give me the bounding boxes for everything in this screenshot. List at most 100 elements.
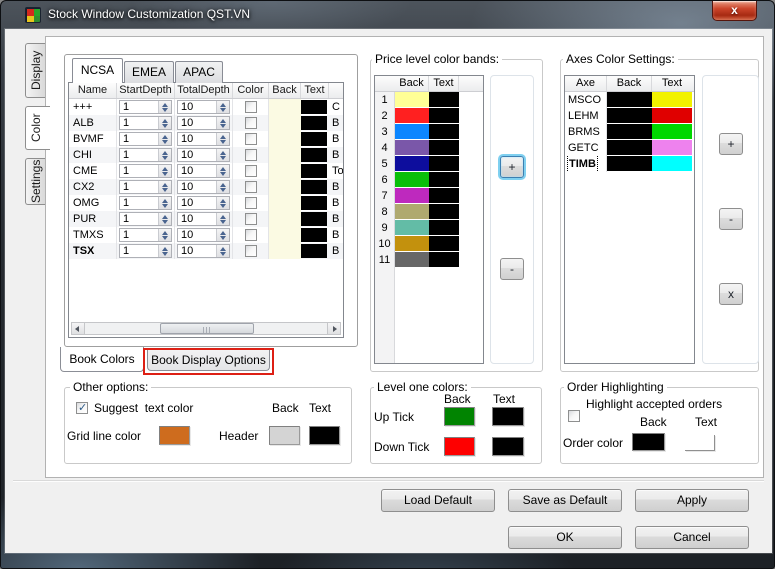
col-header-totaldepth[interactable]: TotalDepth — [175, 83, 233, 98]
spinner-down-icon[interactable] — [159, 235, 171, 241]
band-text-swatch[interactable] — [429, 92, 459, 107]
axe-text-swatch[interactable] — [652, 124, 692, 139]
spinner-down-icon[interactable] — [217, 219, 229, 225]
band-back-swatch[interactable] — [395, 236, 429, 251]
book-back-swatch[interactable] — [269, 115, 301, 131]
book-text-swatch[interactable] — [301, 196, 327, 210]
start-depth-spinner-arrows[interactable] — [158, 229, 171, 241]
band-text-swatch[interactable] — [429, 252, 459, 267]
start-depth-spinner[interactable]: 1 — [119, 212, 172, 226]
band-back-swatch[interactable] — [395, 252, 429, 267]
start-depth-spinner[interactable]: 1 — [119, 180, 172, 194]
header-back-swatch[interactable] — [269, 426, 300, 445]
total-depth-spinner-arrows[interactable] — [216, 197, 229, 209]
band-text-swatch[interactable] — [429, 188, 459, 203]
tab-book-colors[interactable]: Book Colors — [60, 347, 144, 372]
col-header-axe[interactable]: Axe — [565, 76, 607, 91]
spinner-down-icon[interactable] — [217, 155, 229, 161]
total-depth-spinner-arrows[interactable] — [216, 133, 229, 145]
start-depth-spinner[interactable]: 1 — [119, 132, 172, 146]
book-back-swatch[interactable] — [269, 147, 301, 163]
highlight-accepted-orders-checkbox[interactable] — [568, 410, 580, 422]
total-depth-spinner[interactable]: 10 — [177, 212, 230, 226]
band-text-swatch[interactable] — [429, 236, 459, 251]
band-back-swatch[interactable] — [395, 204, 429, 219]
book-back-swatch[interactable] — [269, 227, 301, 243]
spinner-down-icon[interactable] — [217, 251, 229, 257]
book-text-swatch[interactable] — [301, 228, 327, 242]
spinner-down-icon[interactable] — [159, 187, 171, 193]
spinner-down-icon[interactable] — [217, 203, 229, 209]
start-depth-spinner-arrows[interactable] — [158, 101, 171, 113]
start-depth-spinner-arrows[interactable] — [158, 245, 171, 257]
book-back-swatch[interactable] — [269, 163, 301, 179]
spinner-down-icon[interactable] — [217, 187, 229, 193]
total-depth-spinner[interactable]: 10 — [177, 148, 230, 162]
tab-apac[interactable]: APAC — [175, 61, 223, 83]
band-back-swatch[interactable] — [395, 124, 429, 139]
total-depth-spinner-arrows[interactable] — [216, 245, 229, 257]
book-back-swatch[interactable] — [269, 99, 301, 115]
total-depth-spinner[interactable]: 10 — [177, 228, 230, 242]
band-back-swatch[interactable] — [395, 92, 429, 107]
total-depth-spinner-arrows[interactable] — [216, 149, 229, 161]
up-tick-text-swatch[interactable] — [492, 407, 524, 426]
book-text-swatch[interactable] — [301, 100, 327, 114]
start-depth-spinner[interactable]: 1 — [119, 100, 172, 114]
close-button[interactable]: x — [712, 1, 757, 21]
axe-text-swatch[interactable] — [652, 156, 692, 171]
total-depth-spinner-arrows[interactable] — [216, 181, 229, 193]
book-back-swatch[interactable] — [269, 131, 301, 147]
color-checkbox[interactable] — [244, 229, 257, 241]
apply-button[interactable]: Apply — [635, 489, 749, 512]
scrollbar-thumb[interactable] — [160, 323, 255, 334]
total-depth-spinner[interactable]: 10 — [177, 196, 230, 210]
color-checkbox[interactable] — [244, 149, 257, 161]
spinner-down-icon[interactable] — [159, 203, 171, 209]
total-depth-spinner-arrows[interactable] — [216, 213, 229, 225]
axe-text-swatch[interactable] — [652, 140, 692, 155]
up-tick-back-swatch[interactable] — [444, 407, 475, 426]
col-header-text[interactable]: Text — [301, 83, 329, 98]
start-depth-spinner-arrows[interactable] — [158, 197, 171, 209]
total-depth-spinner-arrows[interactable] — [216, 101, 229, 113]
remove-band-button[interactable]: - — [500, 258, 524, 280]
total-depth-spinner[interactable]: 10 — [177, 132, 230, 146]
color-checkbox[interactable] — [244, 101, 257, 113]
color-checkbox[interactable] — [244, 165, 257, 177]
load-default-button[interactable]: Load Default — [381, 489, 495, 512]
band-text-swatch[interactable] — [429, 156, 459, 171]
col-header-name[interactable]: Name — [69, 83, 117, 98]
axe-back-swatch[interactable] — [607, 140, 652, 155]
spinner-down-icon[interactable] — [217, 171, 229, 177]
col-header-axes-text[interactable]: Text — [652, 76, 692, 91]
axe-back-swatch[interactable] — [607, 108, 652, 123]
col-header-back[interactable]: Back — [269, 83, 301, 98]
start-depth-spinner[interactable]: 1 — [119, 228, 172, 242]
spinner-down-icon[interactable] — [217, 235, 229, 241]
total-depth-spinner-arrows[interactable] — [216, 117, 229, 129]
col-header-text[interactable]: Text — [429, 76, 459, 91]
cancel-button[interactable]: Cancel — [635, 526, 749, 549]
tab-display[interactable]: Display — [25, 43, 47, 98]
band-back-swatch[interactable] — [395, 188, 429, 203]
start-depth-spinner-arrows[interactable] — [158, 133, 171, 145]
spinner-down-icon[interactable] — [159, 155, 171, 161]
add-band-button[interactable]: + — [500, 156, 524, 178]
start-depth-spinner-arrows[interactable] — [158, 213, 171, 225]
save-as-default-button[interactable]: Save as Default — [508, 489, 622, 512]
book-text-swatch[interactable] — [301, 116, 327, 130]
col-header-back[interactable]: Back — [395, 76, 429, 91]
spinner-down-icon[interactable] — [159, 123, 171, 129]
start-depth-spinner-arrows[interactable] — [158, 165, 171, 177]
color-checkbox[interactable] — [244, 245, 257, 257]
titlebar[interactable]: Stock Window Customization QST.VN x — [1, 1, 774, 29]
band-back-swatch[interactable] — [395, 108, 429, 123]
spinner-down-icon[interactable] — [159, 139, 171, 145]
color-checkbox[interactable] — [244, 133, 257, 145]
suggest-text-color-checkbox[interactable] — [76, 401, 88, 414]
add-axe-button[interactable]: + — [719, 133, 743, 155]
header-text-swatch[interactable] — [309, 426, 340, 445]
book-text-swatch[interactable] — [301, 212, 327, 226]
start-depth-spinner[interactable]: 1 — [119, 148, 172, 162]
